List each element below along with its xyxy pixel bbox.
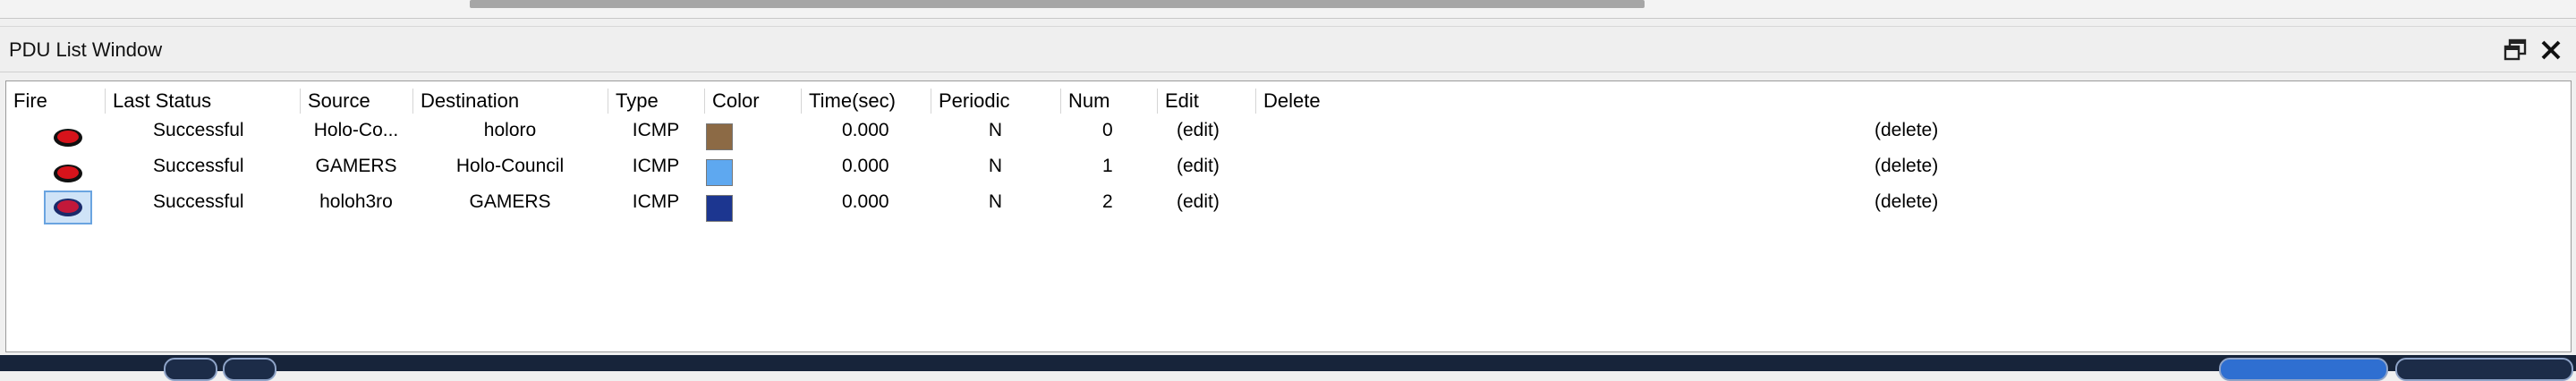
type-cell: ICMP — [632, 120, 680, 140]
fire-button[interactable] — [44, 190, 92, 224]
source-cell: holoh3ro — [319, 191, 393, 212]
column-header-destination[interactable]: Destination — [412, 89, 608, 114]
scrollbar-thumb[interactable] — [470, 0, 1645, 8]
column-header-color[interactable]: Color — [704, 89, 801, 114]
status-cell: Successful — [153, 191, 244, 212]
column-header-source[interactable]: Source — [300, 89, 412, 114]
close-icon[interactable] — [2537, 36, 2565, 64]
edit-link[interactable]: (edit) — [1177, 119, 1220, 142]
column-header-last-status[interactable]: Last Status — [105, 89, 300, 114]
type-cell: ICMP — [632, 156, 680, 176]
column-header-periodic[interactable]: Periodic — [931, 89, 1060, 114]
column-header-delete[interactable]: Delete — [1255, 89, 2569, 114]
destination-cell: GAMERS — [469, 191, 551, 212]
source-cell: Holo-Co... — [313, 120, 399, 140]
taskbar-button[interactable] — [2219, 358, 2388, 381]
source-cell: GAMERS — [315, 156, 397, 176]
fire-button[interactable] — [44, 157, 92, 190]
pdu-table: Fire Last Status Source Destination Type… — [5, 80, 2572, 352]
column-header-edit[interactable]: Edit — [1157, 89, 1255, 114]
status-cell: Successful — [153, 156, 244, 176]
num-cell: 1 — [1102, 156, 1113, 176]
time-cell: 0.000 — [842, 191, 889, 212]
taskbar-button[interactable] — [164, 358, 217, 381]
periodic-cell: N — [988, 156, 1003, 176]
color-swatch — [706, 195, 733, 222]
delete-link[interactable]: (delete) — [1875, 155, 1938, 178]
column-header-num[interactable]: Num — [1060, 89, 1157, 114]
num-cell: 0 — [1102, 120, 1113, 140]
status-cell: Successful — [153, 120, 244, 140]
color-swatch — [706, 123, 733, 150]
red-oval-fire-icon — [54, 199, 82, 216]
color-swatch — [706, 159, 733, 186]
time-cell: 0.000 — [842, 156, 889, 176]
edit-link[interactable]: (edit) — [1177, 190, 1220, 214]
restore-window-icon[interactable] — [2501, 36, 2529, 64]
column-header-time[interactable]: Time(sec) — [801, 89, 931, 114]
num-cell: 2 — [1102, 191, 1113, 212]
taskbar-button[interactable] — [2395, 358, 2573, 381]
periodic-cell: N — [988, 191, 1003, 212]
column-header-fire[interactable]: Fire — [6, 89, 105, 114]
delete-link[interactable]: (delete) — [1875, 119, 1938, 142]
time-cell: 0.000 — [842, 120, 889, 140]
spacer — [0, 19, 2576, 26]
column-header-type[interactable]: Type — [608, 89, 704, 114]
type-cell: ICMP — [632, 191, 680, 212]
red-oval-fire-icon — [54, 129, 82, 147]
taskbar-button[interactable] — [223, 358, 276, 381]
taskbar — [0, 355, 2576, 381]
window-title: PDU List Window — [9, 38, 163, 61]
destination-cell: Holo-Council — [455, 156, 565, 176]
window-title-bar: PDU List Window — [0, 26, 2576, 72]
horizontal-scrollbar[interactable] — [0, 0, 2576, 19]
delete-link[interactable]: (delete) — [1875, 190, 1938, 214]
destination-cell: holoro — [483, 120, 537, 140]
periodic-cell: N — [988, 120, 1003, 140]
edit-link[interactable]: (edit) — [1177, 155, 1220, 178]
fire-button[interactable] — [44, 121, 92, 155]
red-oval-fire-icon — [54, 165, 82, 182]
